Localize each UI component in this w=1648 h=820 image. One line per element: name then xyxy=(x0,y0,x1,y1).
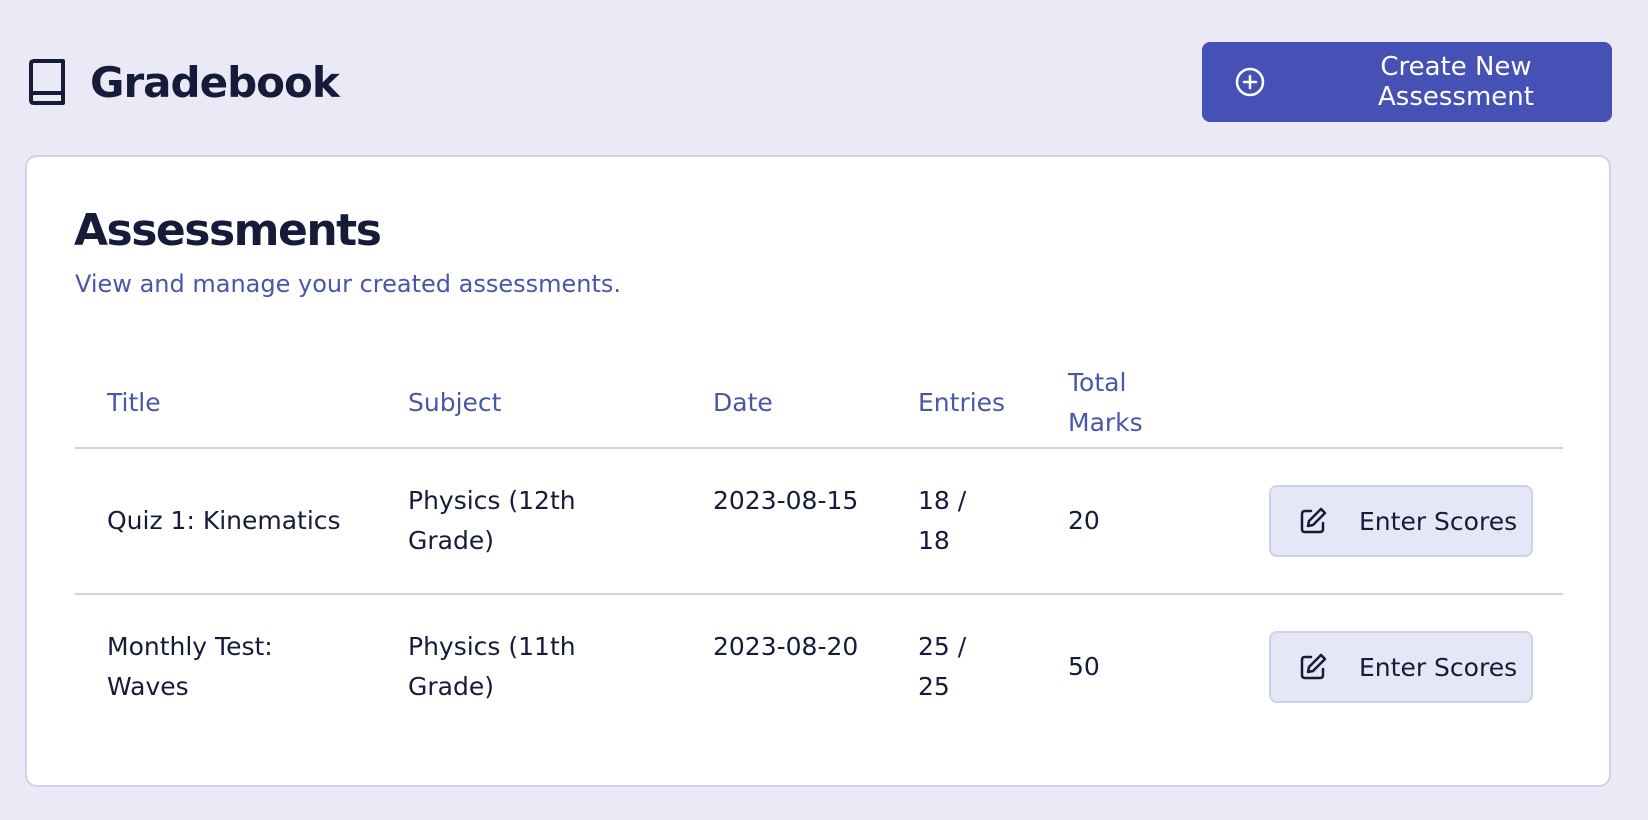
book-icon xyxy=(26,58,68,106)
card-title: Assessments xyxy=(74,205,382,256)
cell-title: Quiz 1: Kinematics xyxy=(107,506,341,535)
page-header: Gradebook Create New Assessment xyxy=(26,42,1612,122)
card-subtitle: View and manage your created assessments… xyxy=(75,270,622,298)
page-title: Gradebook xyxy=(90,57,340,107)
cell-subject: Physics (11th Grade) xyxy=(408,632,576,701)
brand: Gradebook xyxy=(26,57,340,107)
assessments-table: Title Subject Date Entries Total Marks Q… xyxy=(75,357,1563,741)
column-header-total-marks: Total Marks xyxy=(1068,368,1143,437)
table-row: Monthly Test: Waves Physics (11th Grade)… xyxy=(75,595,1563,741)
column-header-title: Title xyxy=(107,388,161,417)
enter-scores-label: Enter Scores xyxy=(1359,506,1518,536)
cell-date: 2023-08-15 xyxy=(713,486,859,515)
cell-entries: 18 / 18 xyxy=(918,486,967,555)
cell-total-marks: 50 xyxy=(1068,652,1100,681)
assessments-card: Assessments View and manage your created… xyxy=(25,155,1611,787)
cell-date: 2023-08-20 xyxy=(713,632,859,661)
cell-entries: 25 / 25 xyxy=(918,632,967,701)
edit-icon xyxy=(1297,651,1329,683)
column-header-subject: Subject xyxy=(408,388,502,417)
enter-scores-button[interactable]: Enter Scores xyxy=(1269,631,1533,703)
create-button-label: Create New Assessment xyxy=(1378,52,1534,112)
table-row: Quiz 1: Kinematics Physics (12th Grade) … xyxy=(75,449,1563,595)
enter-scores-label: Enter Scores xyxy=(1359,652,1518,682)
cell-subject: Physics (12th Grade) xyxy=(408,486,576,555)
enter-scores-button[interactable]: Enter Scores xyxy=(1269,485,1533,557)
table-header: Title Subject Date Entries Total Marks xyxy=(75,357,1563,449)
edit-icon xyxy=(1297,505,1329,537)
cell-title: Monthly Test: Waves xyxy=(107,632,273,701)
create-new-assessment-button[interactable]: Create New Assessment xyxy=(1202,42,1612,122)
cell-total-marks: 20 xyxy=(1068,506,1100,535)
plus-circle-icon xyxy=(1234,66,1266,98)
column-header-entries: Entries xyxy=(918,388,1006,417)
column-header-date: Date xyxy=(713,388,773,417)
